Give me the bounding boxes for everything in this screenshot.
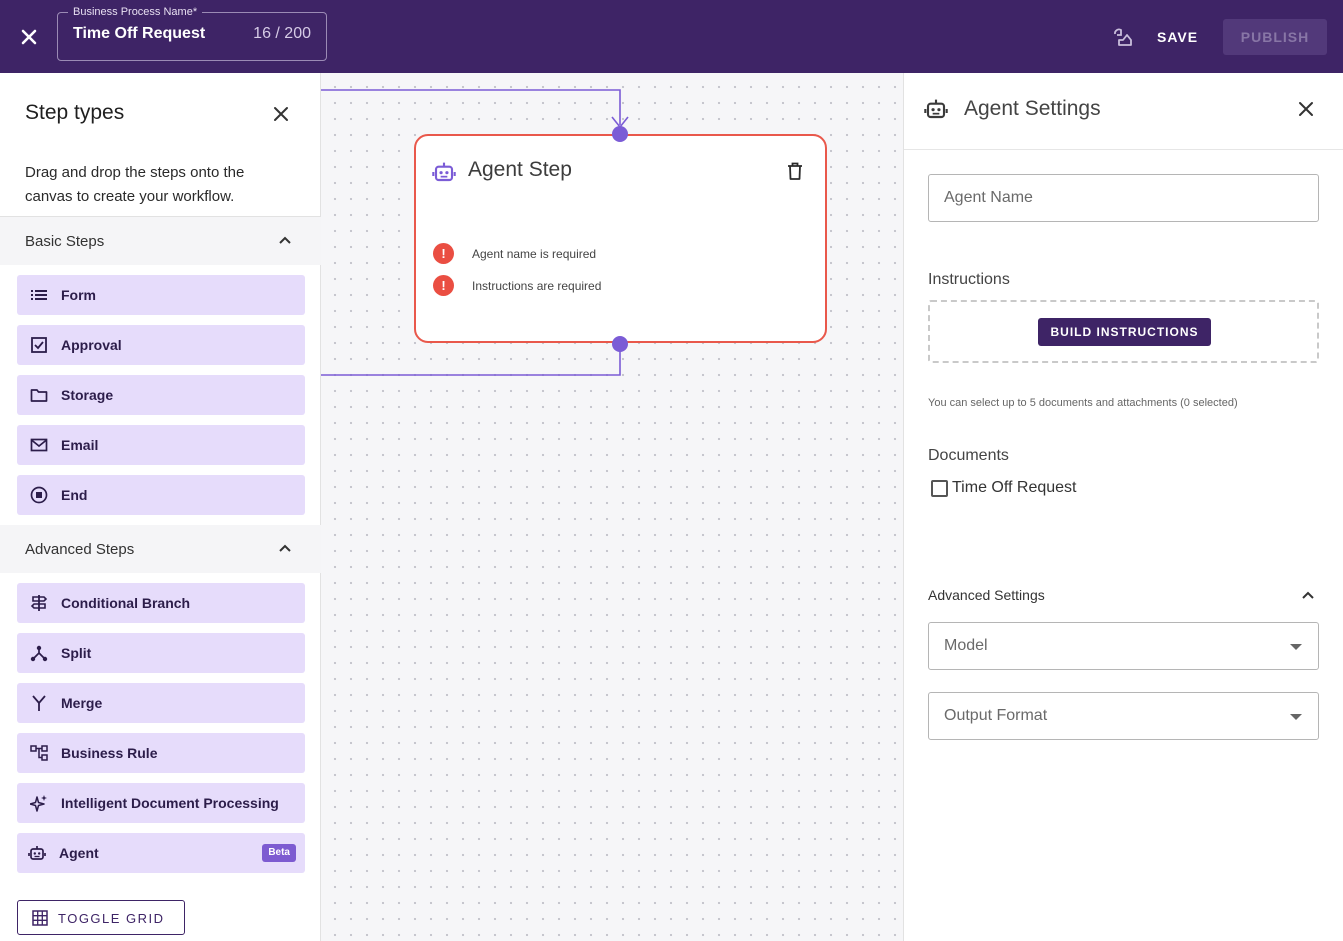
error-text: Instructions are required bbox=[472, 279, 602, 293]
document-checkbox[interactable] bbox=[931, 480, 948, 497]
instructions-label: Instructions bbox=[928, 271, 1010, 288]
close-icon[interactable] bbox=[270, 103, 292, 125]
trash-icon[interactable] bbox=[784, 160, 806, 182]
save-button[interactable]: SAVE bbox=[1147, 22, 1208, 52]
instructions-dropzone[interactable]: BUILD INSTRUCTIONS bbox=[928, 300, 1319, 363]
schema-icon bbox=[30, 744, 48, 762]
step-item-storage[interactable]: Storage bbox=[17, 375, 305, 415]
model-select[interactable]: Model bbox=[928, 622, 1319, 670]
folder-icon bbox=[30, 386, 48, 404]
publish-button[interactable]: PUBLISH bbox=[1223, 19, 1327, 55]
step-label: Approval bbox=[61, 337, 122, 353]
validation-icon[interactable] bbox=[1112, 26, 1134, 48]
list-icon bbox=[30, 286, 48, 304]
panel-title: Step types bbox=[25, 101, 125, 124]
step-item-split[interactable]: Split bbox=[17, 633, 305, 673]
business-process-name-field[interactable]: Business Process Name* Time Off Request … bbox=[57, 6, 327, 61]
caret-down-icon bbox=[1290, 644, 1302, 650]
panel-title: Agent Settings bbox=[964, 97, 1101, 120]
step-label: Form bbox=[61, 287, 96, 303]
step-label: Merge bbox=[61, 695, 103, 711]
step-types-panel: Step types Drag and drop the steps onto … bbox=[0, 73, 321, 941]
top-bar: Business Process Name* Time Off Request … bbox=[0, 0, 1343, 73]
merge-icon bbox=[30, 694, 48, 712]
beta-badge: Beta bbox=[262, 844, 296, 862]
step-item-merge[interactable]: Merge bbox=[17, 683, 305, 723]
agent-step-card[interactable]: Agent Step ! Agent name is required ! In… bbox=[414, 134, 827, 343]
step-label: Intelligent Document Processing bbox=[61, 795, 279, 811]
toggle-grid-label: TOGGLE GRID bbox=[58, 911, 165, 926]
output-format-placeholder: Output Format bbox=[944, 707, 1048, 724]
step-label: Email bbox=[61, 437, 99, 453]
agent-name-placeholder: Agent Name bbox=[944, 189, 1033, 206]
step-item-email[interactable]: Email bbox=[17, 425, 305, 465]
step-label: Storage bbox=[61, 387, 114, 403]
agent-settings-panel: Agent Settings Agent Name Instructions B… bbox=[903, 73, 1343, 941]
step-item-conditional-branch[interactable]: Conditional Branch bbox=[17, 583, 305, 623]
workflow-canvas[interactable]: Agent Step ! Agent name is required ! In… bbox=[321, 73, 903, 941]
step-item-end[interactable]: End bbox=[17, 475, 305, 515]
build-instructions-button[interactable]: BUILD INSTRUCTIONS bbox=[1038, 318, 1211, 346]
character-count: 16 / 200 bbox=[253, 25, 311, 42]
signpost-icon bbox=[30, 594, 48, 612]
step-label: Business Rule bbox=[61, 745, 158, 761]
step-item-business-rule[interactable]: Business Rule bbox=[17, 733, 305, 773]
mail-icon bbox=[30, 436, 48, 454]
caret-down-icon bbox=[1290, 714, 1302, 720]
grid-icon bbox=[32, 910, 48, 926]
basic-steps-header[interactable]: Basic Steps bbox=[0, 217, 321, 265]
robot-icon bbox=[924, 97, 948, 121]
close-icon[interactable] bbox=[14, 22, 44, 52]
error-text: Agent name is required bbox=[472, 247, 597, 261]
step-label: Conditional Branch bbox=[61, 595, 191, 611]
toggle-grid-button[interactable]: TOGGLE GRID bbox=[17, 900, 185, 935]
step-item-approval[interactable]: Approval bbox=[17, 325, 305, 365]
panel-description: Drag and drop the steps onto the canvas … bbox=[25, 164, 245, 205]
document-option-label: Time Off Request bbox=[952, 479, 1077, 496]
close-icon[interactable] bbox=[1295, 98, 1317, 120]
section-label: Basic Steps bbox=[25, 233, 105, 250]
chevron-up-icon[interactable] bbox=[1300, 588, 1316, 604]
output-handle[interactable] bbox=[612, 336, 628, 352]
stop-circle-icon bbox=[30, 486, 48, 504]
business-process-name-label: Business Process Name* bbox=[68, 6, 203, 19]
chevron-up-icon[interactable] bbox=[277, 541, 293, 557]
error-icon: ! bbox=[433, 243, 454, 264]
advanced-steps-header[interactable]: Advanced Steps bbox=[0, 525, 321, 573]
robot-icon bbox=[28, 844, 46, 862]
divider bbox=[904, 149, 1343, 150]
document-selection-hint: You can select up to 5 documents and att… bbox=[928, 397, 1238, 409]
step-label: Split bbox=[61, 645, 92, 661]
checkbox-icon bbox=[30, 336, 48, 354]
agent-name-input[interactable]: Agent Name bbox=[928, 174, 1319, 222]
step-label: End bbox=[61, 487, 88, 503]
step-item-agent[interactable]: Agent Beta bbox=[17, 833, 305, 873]
business-process-name-value[interactable]: Time Off Request bbox=[73, 25, 205, 43]
model-placeholder: Model bbox=[944, 637, 988, 654]
output-format-select[interactable]: Output Format bbox=[928, 692, 1319, 740]
documents-label: Documents bbox=[928, 447, 1009, 464]
error-icon: ! bbox=[433, 275, 454, 296]
sparkle-icon bbox=[29, 794, 48, 812]
card-title: Agent Step bbox=[468, 158, 572, 181]
step-label: Agent bbox=[59, 845, 99, 861]
section-label: Advanced Steps bbox=[25, 541, 135, 558]
robot-icon bbox=[432, 160, 456, 184]
split-icon bbox=[30, 644, 48, 662]
step-item-intelligent-document-processing[interactable]: Intelligent Document Processing bbox=[17, 783, 305, 823]
chevron-up-icon[interactable] bbox=[277, 233, 293, 249]
input-handle[interactable] bbox=[612, 126, 628, 142]
advanced-settings-label[interactable]: Advanced Settings bbox=[928, 587, 1045, 603]
step-item-form[interactable]: Form bbox=[17, 275, 305, 315]
